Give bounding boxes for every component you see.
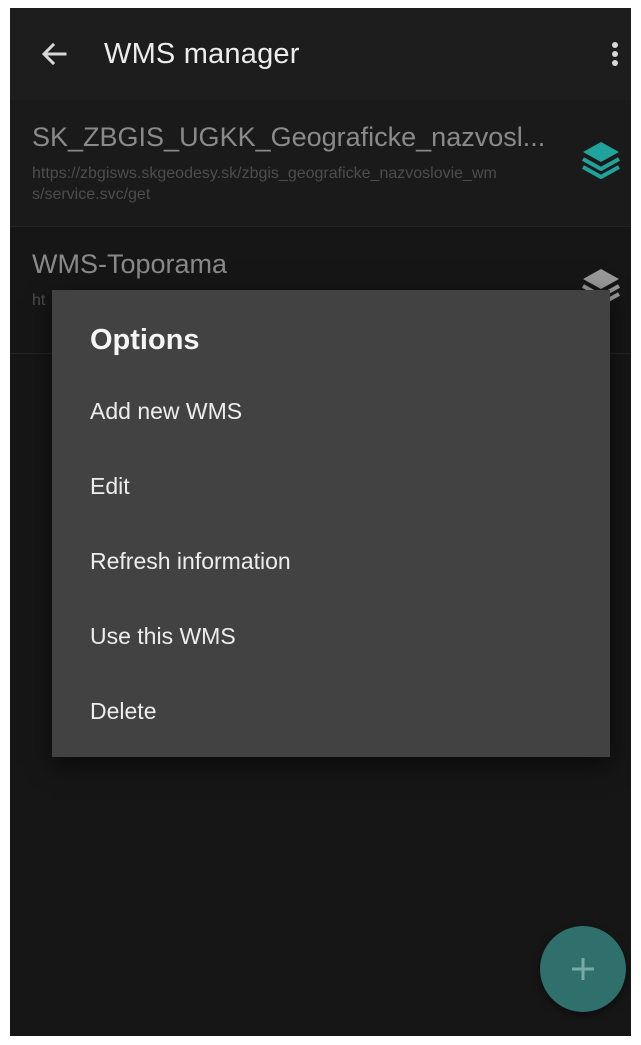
menu-item-refresh-information[interactable]: Refresh information (52, 524, 610, 599)
app-bar: WMS manager (10, 8, 631, 100)
wms-item-title: WMS-Toporama (32, 249, 228, 279)
menu-item-edit[interactable]: Edit (52, 449, 610, 524)
layers-icon[interactable] (579, 140, 623, 182)
plus-icon (568, 954, 598, 984)
dialog-menu: Add new WMS Edit Refresh information Use… (52, 374, 610, 749)
options-dialog: Options Add new WMS Edit Refresh informa… (52, 290, 610, 757)
more-vertical-icon[interactable] (605, 36, 625, 72)
app-screen: WMS manager SK_ZBGIS_UGKK_Geograficke_na… (10, 8, 631, 1036)
page-title: WMS manager (104, 38, 300, 70)
menu-item-use-this-wms[interactable]: Use this WMS (52, 599, 610, 674)
dialog-title: Options (90, 324, 200, 356)
wms-item-url: https://zbgisws.skgeodesy.sk/zbgis_geogr… (32, 165, 497, 203)
wms-list-item[interactable]: SK_ZBGIS_UGKK_Geograficke_nazvosl... htt… (10, 100, 631, 227)
arrow-left-icon[interactable] (38, 38, 70, 70)
menu-item-delete[interactable]: Delete (52, 674, 610, 749)
add-wms-fab[interactable] (540, 926, 626, 1012)
menu-item-add-new-wms[interactable]: Add new WMS (52, 374, 610, 449)
wms-item-title: SK_ZBGIS_UGKK_Geograficke_nazvosl... (32, 122, 546, 152)
